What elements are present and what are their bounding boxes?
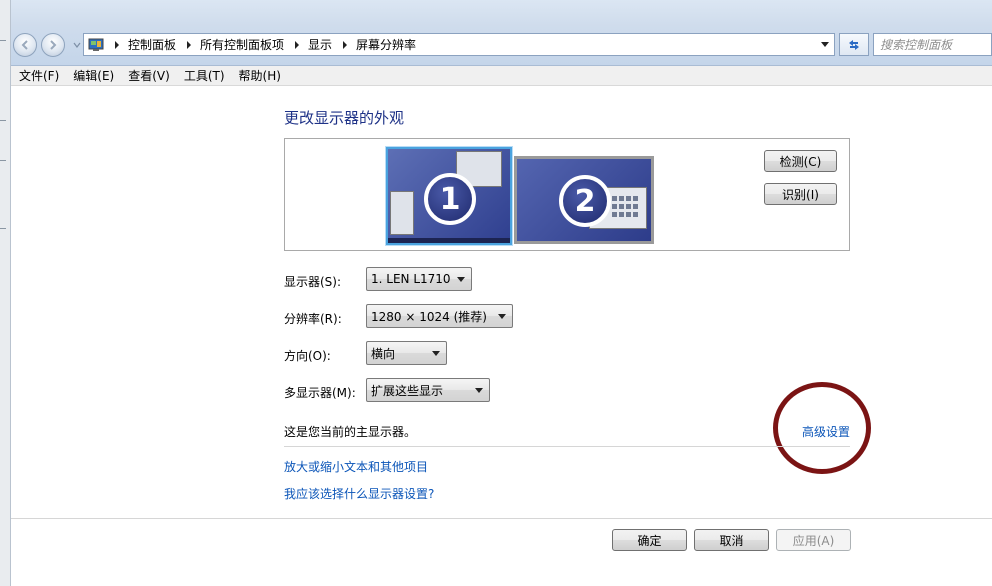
refresh-button[interactable]: [839, 33, 869, 56]
control-panel-icon: [88, 38, 104, 51]
breadcrumb-display[interactable]: 显示: [308, 36, 332, 53]
dropdown-arrow-icon: [498, 314, 506, 319]
desktop-edge: [0, 0, 11, 586]
recent-pages-chevron-icon[interactable]: [73, 41, 81, 49]
content-area: 更改显示器的外观 1 2 检测(C) 识别(I) 显示器(S): 1. LEN …: [11, 87, 992, 586]
back-arrow-icon: [21, 40, 28, 50]
resolution-label: 分辨率(R):: [284, 312, 342, 326]
display-select-value: 1. LEN L1710: [371, 272, 451, 286]
window-chrome: 控制面板 所有控制面板项 显示 屏幕分辨率 搜索控制面板: [11, 0, 992, 66]
chevron-right-icon[interactable]: [112, 40, 122, 49]
cancel-button[interactable]: 取消: [694, 529, 769, 551]
ok-button[interactable]: 确定: [612, 529, 687, 551]
display-label: 显示器(S):: [284, 275, 342, 289]
address-dropdown-icon[interactable]: [819, 38, 831, 50]
menu-view[interactable]: 查看(V): [128, 67, 170, 84]
monitor-preview: 1 2 检测(C) 识别(I): [284, 138, 850, 251]
desktop-edge-mark: [0, 40, 6, 41]
menu-tools[interactable]: 工具(T): [184, 67, 225, 84]
which-settings-link[interactable]: 我应该选择什么显示器设置?: [284, 485, 434, 502]
forward-button[interactable]: [41, 33, 65, 57]
dropdown-arrow-icon: [475, 388, 483, 393]
orientation-select[interactable]: 横向: [366, 341, 447, 365]
forward-arrow-icon: [50, 40, 57, 50]
breadcrumb-screen-resolution[interactable]: 屏幕分辨率: [356, 36, 416, 53]
resolution-select[interactable]: 1280 × 1024 (推荐): [366, 304, 513, 328]
annotation-circle: [773, 382, 871, 474]
monitor-1[interactable]: 1: [386, 147, 512, 245]
multi-display-select[interactable]: 扩展这些显示: [366, 378, 490, 402]
address-bar[interactable]: 控制面板 所有控制面板项 显示 屏幕分辨率: [83, 33, 835, 56]
text-size-link[interactable]: 放大或缩小文本和其他项目: [284, 458, 428, 475]
dropdown-arrow-icon: [457, 277, 465, 282]
page-title: 更改显示器的外观: [284, 109, 405, 127]
desktop-edge-mark: [0, 120, 6, 121]
dropdown-arrow-icon: [432, 351, 440, 356]
divider: [284, 446, 850, 447]
identify-button[interactable]: 识别(I): [764, 183, 837, 205]
desktop-edge-mark: [0, 228, 6, 229]
breadcrumb-all-items[interactable]: 所有控制面板项: [200, 36, 284, 53]
chevron-right-icon[interactable]: [340, 40, 350, 49]
detect-button[interactable]: 检测(C): [764, 150, 837, 172]
resolution-select-value: 1280 × 1024 (推荐): [371, 309, 487, 324]
footer-divider: [11, 518, 992, 519]
orientation-label: 方向(O):: [284, 349, 331, 363]
refresh-icon: [849, 39, 859, 50]
monitor-number-badge: 1: [424, 173, 476, 225]
search-input[interactable]: 搜索控制面板: [873, 33, 992, 56]
breadcrumb-control-panel[interactable]: 控制面板: [128, 36, 176, 53]
menu-help[interactable]: 帮助(H): [239, 67, 281, 84]
chevron-right-icon[interactable]: [184, 40, 194, 49]
mini-window-icon: [390, 191, 414, 235]
search-placeholder: 搜索控制面板: [880, 38, 953, 52]
monitor-2[interactable]: 2: [514, 156, 654, 244]
menu-edit[interactable]: 编辑(E): [73, 67, 114, 84]
menu-bar: 文件(F) 编辑(E) 查看(V) 工具(T) 帮助(H): [11, 66, 992, 86]
display-select[interactable]: 1. LEN L1710: [366, 267, 472, 291]
menu-file[interactable]: 文件(F): [19, 67, 59, 84]
back-button[interactable]: [13, 33, 37, 57]
monitor-number-badge: 2: [559, 175, 611, 227]
desktop-edge-mark: [0, 160, 6, 161]
multi-display-select-value: 扩展这些显示: [371, 383, 444, 398]
chevron-right-icon[interactable]: [292, 40, 302, 49]
primary-display-status: 这是您当前的主显示器。: [284, 425, 417, 439]
orientation-select-value: 横向: [371, 346, 396, 361]
multi-display-label: 多显示器(M):: [284, 386, 356, 400]
apply-button[interactable]: 应用(A): [776, 529, 851, 551]
taskbar: [388, 238, 510, 243]
